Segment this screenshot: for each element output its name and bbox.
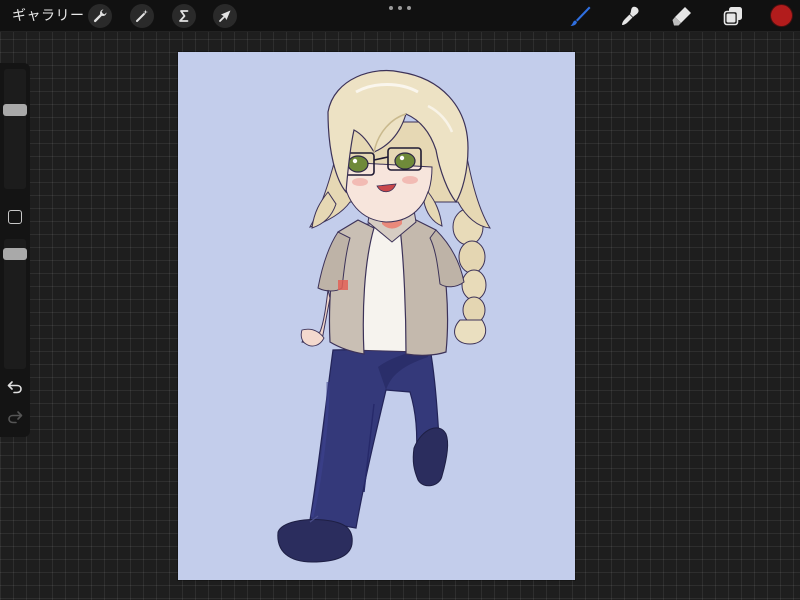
gallery-button[interactable]: ギャラリー (12, 6, 85, 26)
arrow-cursor-icon (219, 10, 231, 22)
eraser-icon (672, 7, 691, 26)
legs (277, 347, 449, 563)
brush-opacity-slider[interactable] (3, 239, 27, 369)
brush-opacity-thumb[interactable] (3, 248, 27, 260)
modify-button[interactable] (8, 210, 22, 224)
left-sidebar (0, 63, 30, 437)
eraser-tool-button[interactable] (669, 3, 695, 29)
selection-s-icon (179, 10, 189, 22)
brush-tool-button[interactable] (567, 3, 593, 29)
layers-button[interactable] (720, 3, 746, 29)
color-picker-button[interactable] (771, 5, 792, 26)
more-menu-icon[interactable] (389, 2, 411, 14)
undo-icon (7, 381, 22, 394)
selection-button[interactable] (172, 4, 196, 28)
magic-wand-icon (136, 9, 148, 22)
wrench-icon (93, 9, 107, 23)
chibi-character-illustration (277, 69, 491, 563)
smudge-tool-button[interactable] (618, 3, 644, 29)
brush-size-slider[interactable] (3, 69, 27, 189)
smudge-icon (622, 6, 639, 25)
actions-button[interactable] (88, 4, 112, 28)
adjustments-button[interactable] (130, 4, 154, 28)
top-toolbar: ギャラリー (0, 0, 800, 32)
undo-button[interactable] (6, 379, 24, 395)
redo-icon (8, 411, 23, 424)
drawing-canvas[interactable] (178, 52, 575, 580)
transform-button[interactable] (213, 4, 237, 28)
brush-size-thumb[interactable] (3, 104, 27, 116)
layers-icon (723, 7, 742, 26)
redo-button[interactable] (6, 409, 24, 425)
brush-icon (570, 6, 591, 26)
